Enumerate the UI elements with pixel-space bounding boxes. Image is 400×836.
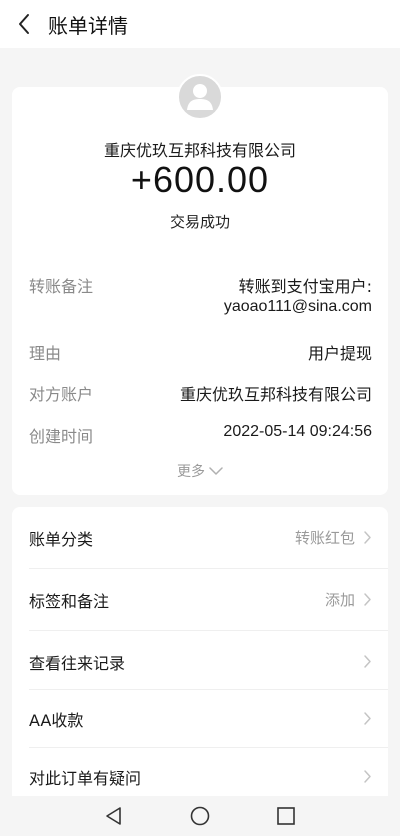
list-item-aa-collection[interactable]: AA收款: [12, 688, 388, 749]
detail-value-counterparty: 重庆优玖互邦科技有限公司: [179, 385, 372, 404]
row-value: 添加: [324, 591, 355, 609]
detail-value-created-time: 2022-05-14 09:24:56: [223, 423, 372, 440]
app-header: 账单详情: [0, 0, 400, 48]
chevron-right-icon: [363, 592, 372, 607]
chevron-right-icon: [363, 654, 372, 669]
list-item-bill-category[interactable]: 账单分类 转账红包: [12, 507, 388, 568]
chevron-down-icon: [209, 467, 223, 475]
row-label: 对此订单有疑问: [29, 768, 142, 788]
detail-value-transfer-note-line1: 转账到支付宝用户:: [238, 277, 372, 296]
transaction-amount: +600.00: [130, 159, 270, 200]
nav-recents-button[interactable]: [273, 804, 299, 828]
bill-summary-card: 重庆优玖互邦科技有限公司 +600.00 交易成功 转账备注 转账到支付宝用户:…: [12, 74, 388, 495]
transaction-status: 交易成功: [169, 213, 230, 231]
chevron-right-icon: [363, 530, 372, 545]
row-value: 转账红包: [294, 529, 355, 547]
chevron-right-icon: [363, 769, 372, 784]
payee-avatar: [177, 74, 223, 120]
system-navigation-bar: [0, 796, 400, 836]
nav-recents-square-icon: [277, 807, 295, 825]
nav-back-triangle-icon: [106, 807, 121, 825]
list-item-tags-notes[interactable]: 标签和备注 添加: [12, 569, 388, 630]
detail-value-transfer-note-line2: yaoao111@sina.com: [223, 298, 372, 315]
row-label: 查看往来记录: [29, 653, 126, 673]
chevron-left-icon: [19, 14, 29, 34]
detail-label-reason: 理由: [29, 344, 62, 363]
more-details-button[interactable]: 更多: [12, 459, 388, 483]
default-user-avatar-icon: [187, 84, 213, 110]
nav-home-circle-icon: [190, 806, 210, 826]
page-title: 账单详情: [48, 13, 128, 38]
list-item-view-history[interactable]: 查看往来记录: [12, 631, 388, 692]
chevron-right-icon: [363, 711, 372, 726]
payee-name: 重庆优玖互邦科技有限公司: [103, 141, 296, 160]
bill-actions-card: 账单分类 转账红包 标签和备注 添加 查看往来记录 AA收款 对此订单有疑问: [12, 507, 388, 807]
detail-label-created-time: 创建时间: [29, 427, 94, 446]
nav-back-button[interactable]: [101, 804, 127, 828]
nav-home-button[interactable]: [187, 804, 213, 828]
row-label: 标签和备注: [29, 591, 110, 611]
more-label: 更多: [177, 464, 205, 480]
detail-label-transfer-note: 转账备注: [29, 277, 94, 296]
detail-value-reason: 用户提现: [307, 344, 372, 363]
row-label: 账单分类: [29, 529, 94, 549]
back-button[interactable]: [4, 0, 44, 48]
row-label: AA收款: [29, 710, 84, 730]
detail-label-counterparty: 对方账户: [29, 385, 94, 404]
